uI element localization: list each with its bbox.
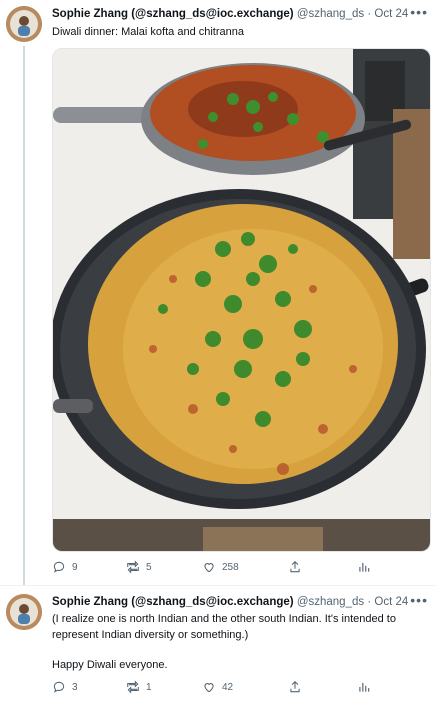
retweet-icon xyxy=(127,560,139,574)
reply-icon xyxy=(53,681,65,693)
reply-count: 9 xyxy=(72,561,78,573)
like-count: 258 xyxy=(222,561,239,573)
reply-button[interactable]: 3 xyxy=(52,680,78,694)
like-button[interactable]: 258 xyxy=(202,560,239,574)
author-handle[interactable]: @szhang_ds xyxy=(297,596,364,608)
like-icon xyxy=(204,683,214,693)
avatar[interactable] xyxy=(6,594,42,630)
reply-count: 3 xyxy=(72,681,78,693)
author-name[interactable]: Sophie Zhang (@szhang_ds@ioc.exchange) xyxy=(52,596,294,608)
tweet-2[interactable]: Sophie Zhang (@szhang_ds@ioc.exchange) @… xyxy=(0,586,436,704)
share-button[interactable] xyxy=(288,560,302,574)
tweet-text-line: (I realize one is north Indian and the o… xyxy=(52,613,396,625)
analytics-icon xyxy=(359,682,370,692)
author-name[interactable]: Sophie Zhang (@szhang_ds@ioc.exchange) xyxy=(52,8,294,20)
retweet-icon xyxy=(127,680,139,694)
reply-button[interactable]: 9 xyxy=(52,560,78,574)
more-icon[interactable]: ••• xyxy=(410,4,428,20)
thread-line xyxy=(23,46,25,586)
tweet-text: Diwali dinner: Malai kofta and chitranna xyxy=(52,26,244,38)
more-icon[interactable]: ••• xyxy=(410,592,428,608)
tweet-actions: 3 1 42 xyxy=(52,680,426,698)
food-photo-image xyxy=(53,49,430,551)
like-button[interactable]: 42 xyxy=(202,680,233,694)
analytics-button[interactable] xyxy=(357,680,371,694)
tweet-1[interactable]: Sophie Zhang (@szhang_ds@ioc.exchange) @… xyxy=(0,0,436,586)
like-icon xyxy=(204,563,214,573)
tweet-photo[interactable] xyxy=(52,48,431,552)
tweet-text: (I realize one is north Indian and the o… xyxy=(52,611,422,673)
share-button[interactable] xyxy=(288,680,302,694)
like-count: 42 xyxy=(222,681,234,693)
reply-icon xyxy=(53,561,65,573)
analytics-button[interactable] xyxy=(357,560,371,574)
retweet-button[interactable]: 1 xyxy=(126,680,152,694)
tweet-date[interactable]: Oct 24 xyxy=(374,8,408,20)
retweet-button[interactable]: 5 xyxy=(126,560,152,574)
avatar[interactable] xyxy=(6,6,42,42)
retweet-count: 1 xyxy=(146,681,152,693)
analytics-icon xyxy=(359,562,370,572)
separator: · xyxy=(367,596,372,608)
separator: · xyxy=(367,8,372,20)
tweet-text-line: represent Indian diversity or something.… xyxy=(52,629,249,641)
tweet-actions: 9 5 258 xyxy=(52,560,426,578)
tweet-date[interactable]: Oct 24 xyxy=(374,596,408,608)
tweet-text-line: Happy Diwali everyone. xyxy=(52,659,168,671)
author-handle[interactable]: @szhang_ds xyxy=(297,8,364,20)
retweet-count: 5 xyxy=(146,561,152,573)
share-icon xyxy=(290,561,300,573)
share-icon xyxy=(290,681,300,693)
